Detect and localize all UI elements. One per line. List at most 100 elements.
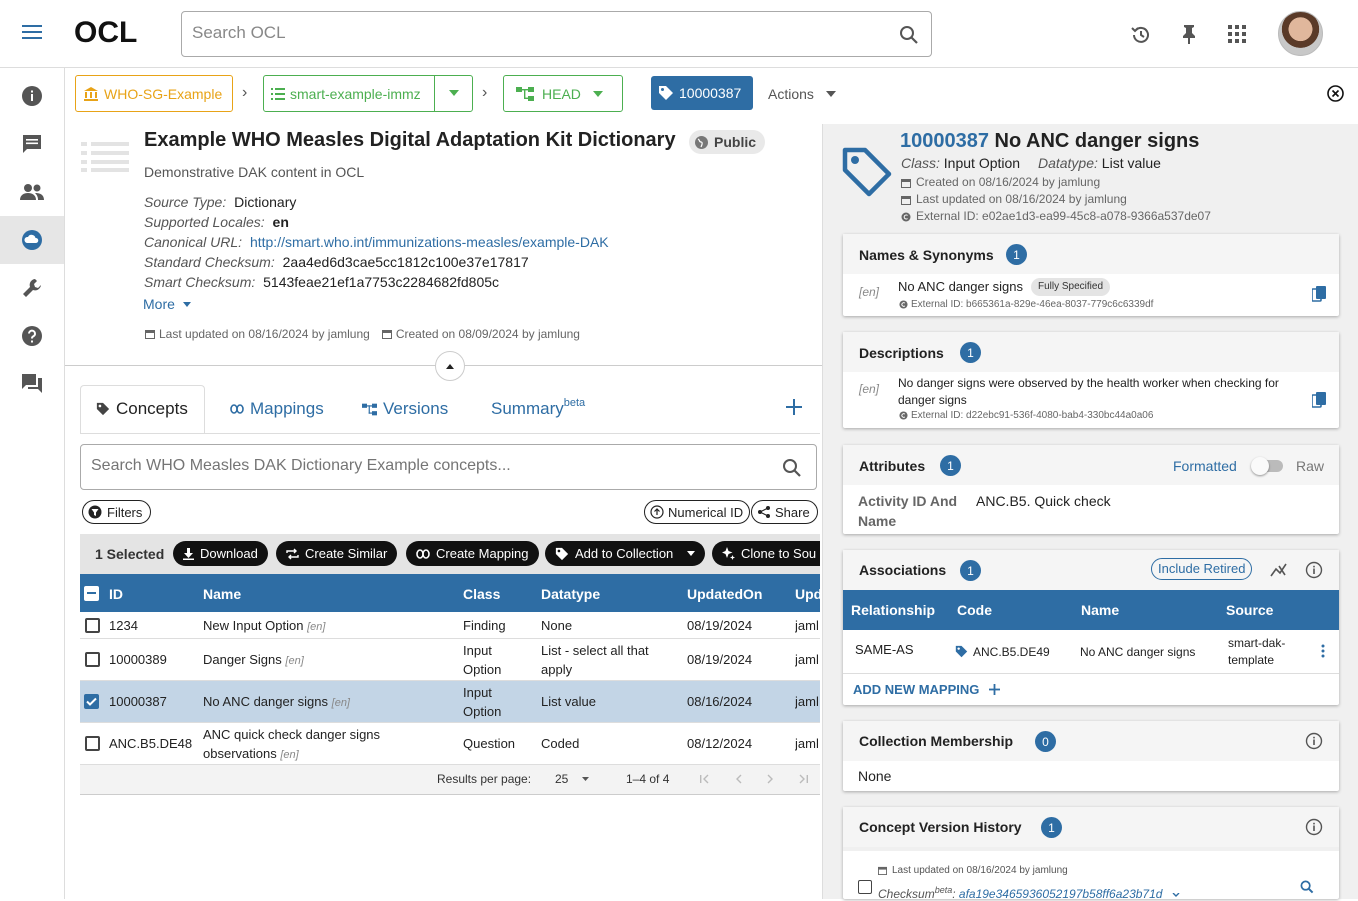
add-new-mapping-button[interactable]: ADD NEW MAPPING: [853, 682, 1001, 697]
first-page-icon[interactable]: [700, 774, 711, 784]
download-button[interactable]: Download: [173, 541, 268, 566]
toggle-knob: [1251, 457, 1269, 475]
collapse-header-button[interactable]: [435, 351, 465, 381]
tab-mappings[interactable]: Mappings: [230, 385, 324, 433]
cell-datatype: List - select all that apply: [541, 643, 649, 677]
collection-card-title: Collection Membership: [859, 733, 1014, 749]
global-search-input[interactable]: [192, 23, 872, 43]
add-to-collection-button[interactable]: Add to Collection: [545, 541, 706, 566]
associations-card: Associations 1 Include Retired Relations…: [843, 550, 1339, 705]
row-checkbox[interactable]: [85, 618, 100, 633]
row-checkbox[interactable]: [85, 736, 100, 751]
col-name[interactable]: Name: [203, 586, 241, 602]
cell-name[interactable]: Danger Signs [en]: [203, 650, 304, 671]
tab-concepts[interactable]: Concepts: [96, 385, 188, 433]
raw-label[interactable]: Raw: [1296, 458, 1324, 474]
close-panel-icon[interactable]: [1327, 85, 1344, 102]
fully-specified-chip: Fully Specified: [1031, 278, 1111, 296]
nav-tools[interactable]: [0, 264, 64, 312]
share-button[interactable]: Share: [751, 500, 818, 524]
row-checkbox[interactable]: [85, 652, 100, 667]
concept-chip[interactable]: 10000387: [651, 76, 753, 110]
nav-feedback[interactable]: [0, 360, 64, 408]
search-icon[interactable]: [899, 25, 919, 45]
col-id[interactable]: ID: [109, 586, 123, 602]
concept-search-input[interactable]: [91, 457, 771, 475]
concept-id-link[interactable]: 10000387: [900, 130, 989, 152]
rows-per-page-select[interactable]: 25: [555, 772, 590, 786]
nav-help[interactable]: [0, 312, 64, 360]
tab-summary[interactable]: Summary beta: [491, 385, 585, 433]
nav-people[interactable]: [0, 168, 64, 216]
canonical-url-link[interactable]: http://smart.who.int/immunizations-measl…: [250, 234, 609, 250]
nav-comments[interactable]: [0, 120, 64, 168]
numerical-id-button[interactable]: Numerical ID: [644, 500, 751, 524]
cell-name[interactable]: ANC quick check danger signs observation…: [203, 725, 433, 765]
filters-button[interactable]: Filters: [82, 500, 152, 524]
info-icon[interactable]: [1305, 561, 1323, 579]
col-class[interactable]: Class: [463, 586, 500, 602]
source-description: Demonstrative DAK content in OCL: [144, 164, 365, 180]
global-search[interactable]: [181, 11, 932, 57]
copy-icon[interactable]: [1312, 392, 1327, 409]
assoc-name: No ANC danger signs: [1080, 645, 1196, 659]
history-icon[interactable]: [1130, 24, 1152, 46]
last-page-icon[interactable]: [797, 774, 808, 784]
add-icon[interactable]: [786, 399, 802, 415]
pin-icon[interactable]: [1180, 24, 1198, 44]
hierarchy-icon[interactable]: [1270, 561, 1288, 579]
more-button[interactable]: More: [143, 296, 191, 312]
prev-page-icon[interactable]: [735, 774, 743, 784]
create-mapping-button[interactable]: Create Mapping: [406, 541, 539, 566]
cell-name[interactable]: New Input Option [en]: [203, 616, 325, 637]
chevron-down-icon[interactable]: [1172, 893, 1180, 898]
formatted-label[interactable]: Formatted: [1173, 458, 1237, 474]
concept-search[interactable]: [80, 444, 817, 490]
next-page-icon[interactable]: [766, 774, 774, 784]
create-similar-button[interactable]: Create Similar: [276, 541, 398, 566]
attribute-value: ANC.B5. Quick check: [976, 493, 1111, 509]
app-logo[interactable]: OCL: [74, 16, 137, 50]
association-row[interactable]: SAME-AS ANC.B5.DE49 No ANC danger signs …: [843, 630, 1339, 674]
clone-to-source-button[interactable]: Clone to Sou: [712, 541, 820, 566]
caret-down-icon[interactable]: [449, 90, 459, 96]
more-vert-icon[interactable]: [1321, 644, 1325, 658]
arrow-up-icon: [650, 505, 664, 519]
copy-icon[interactable]: [1312, 286, 1327, 303]
include-retired-chip[interactable]: Include Retired: [1151, 558, 1253, 580]
breadcrumb-org[interactable]: WHO-SG-Example: [75, 75, 233, 112]
col-updated-by[interactable]: Upd: [795, 586, 820, 602]
user-avatar[interactable]: [1278, 11, 1323, 56]
breadcrumb-source[interactable]: smart-example-immz: [263, 75, 473, 112]
nav-cloud[interactable]: [0, 216, 64, 264]
history-count-badge: 1: [1041, 817, 1062, 838]
breadcrumb-version[interactable]: HEAD: [503, 75, 623, 112]
cell-updated-by: jaml: [795, 736, 819, 751]
cell-updated: 08/19/2024: [687, 618, 753, 633]
descriptions-count-badge: 1: [960, 342, 981, 363]
tab-versions[interactable]: Versions: [362, 385, 448, 433]
rows-per-page-label: Results per page:: [437, 772, 532, 786]
search-icon[interactable]: [1300, 880, 1314, 894]
info-icon[interactable]: [1305, 818, 1323, 836]
select-all-checkbox[interactable]: [84, 586, 99, 601]
cell-name[interactable]: No ANC danger signs [en]: [203, 692, 350, 713]
share-icon: [757, 505, 771, 519]
apps-grid-icon[interactable]: [1228, 25, 1246, 43]
version-checkbox[interactable]: [858, 880, 872, 894]
version-updated: Last updated on 08/16/2024 by jamlung: [878, 865, 1068, 876]
caret-down-icon: [825, 91, 836, 97]
nav-info[interactable]: [0, 72, 64, 120]
row-checkbox-checked[interactable]: [84, 694, 99, 709]
search-icon[interactable]: [782, 458, 802, 478]
assoc-code[interactable]: ANC.B5.DE49: [973, 645, 1050, 659]
caret-down-icon: [687, 551, 696, 556]
col-datatype[interactable]: Datatype: [541, 586, 600, 602]
col-updated[interactable]: UpdatedOn: [687, 586, 762, 602]
format-toggle[interactable]: [1251, 457, 1283, 475]
menu-icon[interactable]: [22, 24, 42, 40]
caret-down-icon: [592, 90, 603, 97]
actions-menu[interactable]: Actions: [768, 86, 836, 102]
info-icon[interactable]: [1305, 732, 1323, 750]
collection-membership-card: Collection Membership 0 None: [843, 721, 1339, 791]
